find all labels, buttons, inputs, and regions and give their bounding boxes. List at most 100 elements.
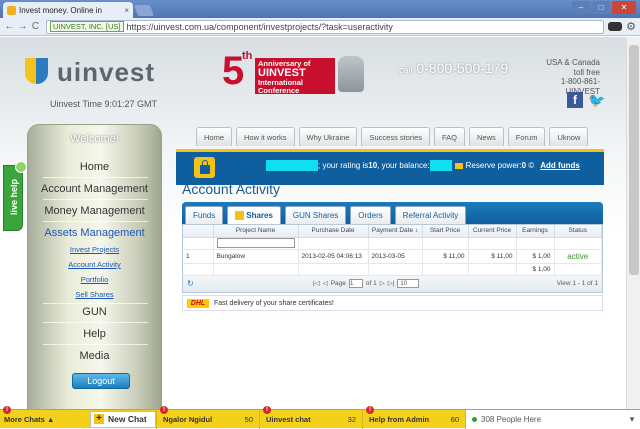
- reserve-unit: ©: [528, 161, 535, 170]
- sidebar-sub-account-activity[interactable]: Account Activity: [28, 260, 161, 269]
- sidebar-item-gun[interactable]: GUN: [28, 306, 161, 318]
- chat-bar: ! More Chats ▲ + New Chat ! Ngalor Ngidu…: [0, 405, 640, 429]
- sidebar-divider: [43, 177, 148, 178]
- project-filter-input[interactable]: [216, 238, 295, 248]
- nav-tab-how-it-works[interactable]: How it works: [236, 127, 295, 146]
- cell-payment-date: 2013-03-05: [368, 249, 423, 264]
- sidebar-item-home[interactable]: Home: [28, 161, 161, 173]
- tab-close-icon[interactable]: ×: [124, 6, 129, 15]
- shares-icon: [235, 211, 245, 220]
- chat-tab-ngalor-ngidul[interactable]: ! Ngalor Ngidul 50: [156, 405, 259, 429]
- col-status[interactable]: Status: [554, 225, 602, 238]
- minimize-button[interactable]: –: [572, 1, 590, 14]
- people-count: 308 People Here: [481, 414, 542, 424]
- tab-orders[interactable]: Orders: [350, 206, 391, 224]
- page-scrollbar[interactable]: [626, 37, 640, 409]
- table-pager: ↻ |◁ ◁ Page 1 of 1 ▷ ▷| 10 View 1 - 1 of…: [183, 275, 602, 292]
- table-header-row: Project Name Purchase Date Payment Date …: [183, 225, 602, 238]
- notification-badge: !: [366, 405, 374, 414]
- sidebar-item-help[interactable]: Help: [28, 328, 161, 340]
- col-payment-date[interactable]: Payment Date ↕: [368, 225, 423, 238]
- table-row[interactable]: 1 Bungalow 2013-02-05 04:06:13 2013-03-0…: [183, 249, 602, 264]
- url-text: https://uinvest.com.ua/component/investp…: [126, 21, 393, 32]
- browser-tab[interactable]: Invest money. Online in ×: [3, 2, 133, 18]
- user-info-line: ; your rating is 10 , your balance: Rese…: [266, 160, 580, 171]
- refresh-icon[interactable]: ↻: [187, 279, 194, 288]
- tab-funds[interactable]: Funds: [185, 206, 224, 224]
- page-size-select[interactable]: 10: [397, 278, 420, 288]
- nav-tab-faq[interactable]: FAQ: [434, 127, 466, 146]
- sidebar-sub-invest-projects[interactable]: Invest Projects: [28, 245, 161, 254]
- reserve-value: 0: [521, 161, 527, 170]
- new-tab-button[interactable]: [133, 5, 155, 16]
- rating-prefix: ; your rating is: [318, 161, 369, 170]
- people-online[interactable]: 308 People Here: [465, 409, 624, 429]
- sidebar-divider: [43, 322, 148, 323]
- chevron-up-icon: ▲: [46, 414, 55, 424]
- last-page-icon[interactable]: ▷|: [388, 279, 395, 287]
- facebook-icon[interactable]: f: [567, 92, 583, 108]
- chat-tab-uinvest-chat[interactable]: ! Uinvest chat 32: [259, 405, 362, 429]
- sidebar-item-account-management[interactable]: Account Management: [28, 183, 161, 195]
- new-chat-button[interactable]: + New Chat: [90, 410, 156, 428]
- call-label: call: [399, 65, 413, 75]
- tab-shares-label: Shares: [246, 211, 273, 220]
- sidebar-item-media[interactable]: Media: [28, 350, 161, 362]
- extension-icon[interactable]: [608, 22, 622, 31]
- next-page-icon[interactable]: ▷: [380, 279, 385, 287]
- page-number-input[interactable]: 1: [348, 278, 363, 288]
- col-current-price[interactable]: Current Price: [468, 225, 517, 238]
- browser-tab-bar: Invest money. Online in × – □ ✕: [0, 0, 640, 18]
- sidebar: Welcome! Home Account Management Money M…: [27, 124, 162, 428]
- back-icon[interactable]: ←: [3, 21, 16, 32]
- nav-tab-success-stories[interactable]: Success stories: [361, 127, 430, 146]
- reload-icon[interactable]: C: [29, 21, 42, 32]
- anniversary-banner[interactable]: 5 th Anniversary of UINVEST Internationa…: [222, 50, 367, 98]
- page-title: Account Activity: [182, 181, 281, 197]
- anniv-line4: Conference: [258, 86, 300, 95]
- chat-tab-help-from-admin[interactable]: ! Help from Admin 60: [362, 405, 465, 429]
- nav-tab-forum[interactable]: Forum: [507, 127, 546, 146]
- wrench-icon[interactable]: ⚙: [625, 20, 637, 33]
- sidebar-sub-sell-shares[interactable]: Sell Shares: [28, 290, 161, 299]
- col-purchase-date[interactable]: Purchase Date: [298, 225, 369, 238]
- balance-label: , your balance:: [377, 161, 430, 170]
- close-button[interactable]: ✕: [612, 1, 636, 14]
- page-content: uinvest Uinvest Time 9:01:27 GMT 5 th An…: [0, 37, 626, 428]
- twitter-icon[interactable]: 🐦: [588, 92, 606, 108]
- rating-value: 10: [368, 161, 378, 170]
- minimize-chat-icon[interactable]: ▾: [624, 409, 640, 429]
- nav-tab-news[interactable]: News: [469, 127, 504, 146]
- logout-button[interactable]: Logout: [72, 373, 130, 389]
- nav-tab-uknow[interactable]: Uknow: [549, 127, 589, 146]
- col-earnings[interactable]: Earnings: [516, 225, 555, 238]
- forward-icon[interactable]: →: [16, 21, 29, 32]
- live-help-label: live help: [9, 179, 19, 216]
- maximize-button[interactable]: □: [592, 1, 610, 14]
- secure-badge: UINVEST, INC. [US]: [50, 21, 124, 32]
- col-start-price[interactable]: Start Price: [422, 225, 469, 238]
- tab-title: Invest money. Online in: [19, 5, 103, 15]
- sidebar-item-assets-management[interactable]: Assets Management: [28, 227, 161, 239]
- uinvest-logo[interactable]: uinvest: [25, 57, 155, 88]
- total-earnings: $ 1,00: [516, 263, 555, 276]
- prev-page-icon[interactable]: ◁: [323, 279, 328, 287]
- sidebar-sub-portfolio[interactable]: Portfolio: [28, 275, 161, 284]
- live-help-tab[interactable]: live help: [3, 161, 27, 231]
- first-page-icon[interactable]: |◁: [313, 279, 320, 287]
- notification-badge: !: [160, 405, 168, 414]
- tab-gun-shares[interactable]: GUN Shares: [284, 206, 347, 224]
- tab-shares[interactable]: Shares: [227, 206, 281, 224]
- more-chats-button[interactable]: ! More Chats ▲: [0, 405, 90, 429]
- nav-tab-why-ukraine[interactable]: Why Ukraine: [298, 127, 358, 146]
- sidebar-item-money-management[interactable]: Money Management: [28, 205, 161, 217]
- add-funds-link[interactable]: Add funds: [540, 161, 580, 170]
- cell-index: 1: [183, 249, 214, 264]
- tab-referral-activity[interactable]: Referral Activity: [394, 206, 467, 224]
- main-nav: Home How it works Why Ukraine Success st…: [196, 127, 589, 146]
- address-bar[interactable]: UINVEST, INC. [US] https://uinvest.com.u…: [46, 19, 604, 34]
- col-project-name[interactable]: Project Name: [213, 225, 299, 238]
- scroll-thumb[interactable]: [629, 45, 639, 275]
- nav-tab-home[interactable]: Home: [196, 127, 233, 146]
- cell-purchase-date: 2013-02-05 04:06:13: [298, 249, 369, 264]
